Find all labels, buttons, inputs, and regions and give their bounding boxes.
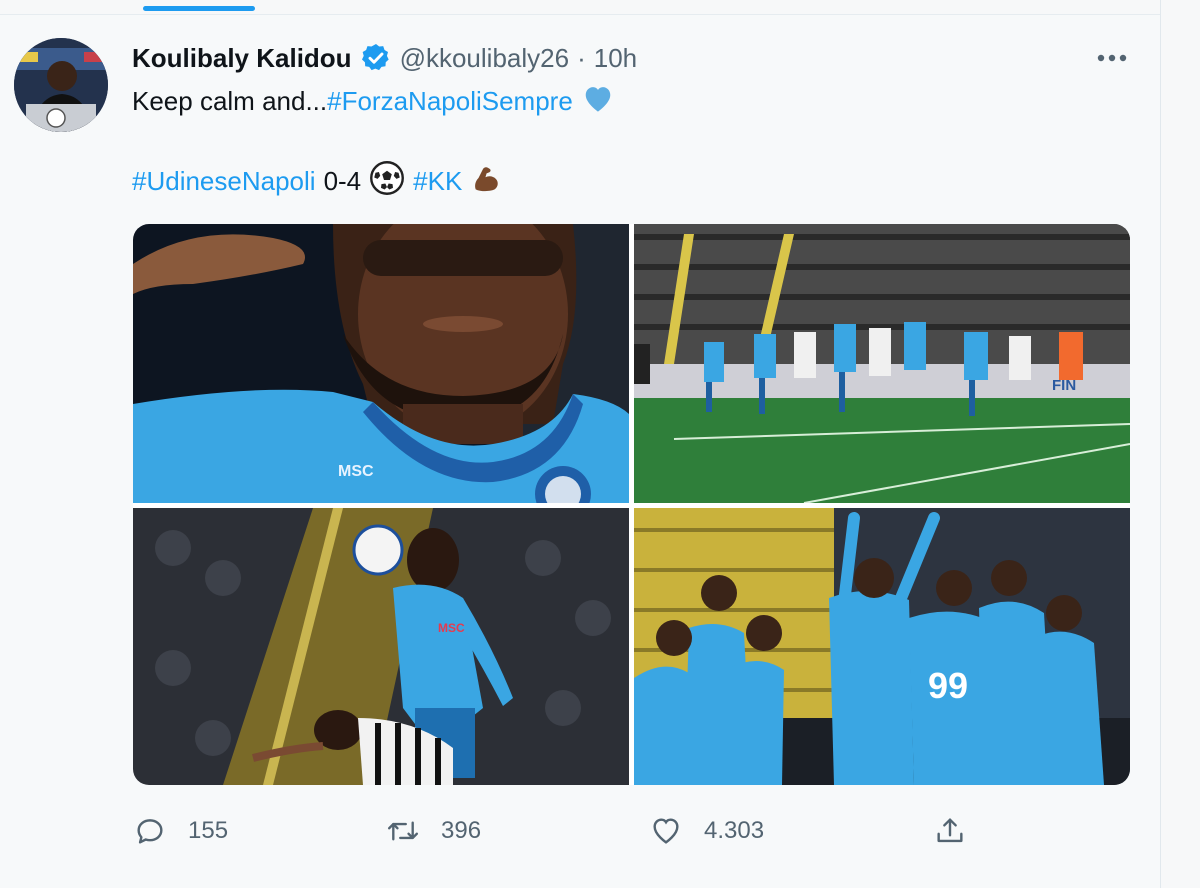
verified-badge-icon bbox=[360, 42, 392, 74]
avatar[interactable] bbox=[14, 38, 108, 132]
jersey-number-text: 99 bbox=[928, 665, 968, 706]
share-icon bbox=[932, 813, 968, 849]
heart-icon bbox=[648, 813, 684, 849]
tweet-text: Keep calm and... bbox=[132, 85, 328, 116]
blue-heart-icon bbox=[581, 83, 615, 120]
photo-koulibaly-portrait[interactable]: MSC bbox=[133, 224, 629, 503]
photo-match-goalmouth[interactable]: FIN bbox=[634, 224, 1130, 503]
photo-heading-ball[interactable]: MSC bbox=[133, 508, 629, 785]
retweet-button[interactable]: 396 bbox=[385, 808, 481, 854]
reply-count: 155 bbox=[188, 817, 229, 844]
tweet-header: Koulibaly Kalidou @kkoulibaly26 · 10h bbox=[132, 40, 637, 76]
divider bbox=[1160, 0, 1161, 888]
photo-team-celebration[interactable]: 99 bbox=[634, 508, 1130, 785]
hashtag-link[interactable]: #KK bbox=[413, 166, 462, 197]
user-handle[interactable]: @kkoulibaly26 bbox=[400, 43, 569, 74]
active-tab-indicator bbox=[143, 6, 255, 11]
reply-icon bbox=[132, 813, 168, 849]
match-score: 0-4 bbox=[323, 165, 362, 196]
soccer-ball-icon bbox=[369, 160, 405, 203]
hashtag-link[interactable]: #UdineseNapoli bbox=[132, 166, 316, 197]
like-count: 4.303 bbox=[704, 817, 765, 844]
tweet-text-line: Keep calm and... #ForzaNapoliSempre bbox=[132, 82, 615, 120]
like-button[interactable]: 4.303 bbox=[648, 808, 764, 854]
flexed-biceps-icon bbox=[470, 161, 504, 202]
retweet-count: 396 bbox=[441, 817, 482, 844]
timestamp[interactable]: 10h bbox=[594, 43, 637, 74]
share-button[interactable] bbox=[932, 808, 968, 854]
reply-button[interactable]: 155 bbox=[132, 808, 228, 854]
separator-dot: · bbox=[577, 42, 586, 73]
hashtag-link[interactable]: #ForzaNapoliSempre bbox=[327, 86, 573, 117]
tweet-actions: 155 396 4.303 bbox=[132, 808, 992, 854]
tweet-text-line: #UdineseNapoli 0-4 #KK bbox=[132, 160, 504, 203]
retweet-icon bbox=[385, 813, 421, 849]
more-options-icon[interactable] bbox=[1090, 44, 1134, 72]
display-name[interactable]: Koulibaly Kalidou bbox=[132, 43, 352, 74]
jersey-sponsor-text: MSC bbox=[338, 463, 374, 480]
photo-grid: MSC FIN MSC 99 bbox=[133, 224, 1130, 785]
jersey-sponsor-text: MSC bbox=[438, 621, 465, 635]
